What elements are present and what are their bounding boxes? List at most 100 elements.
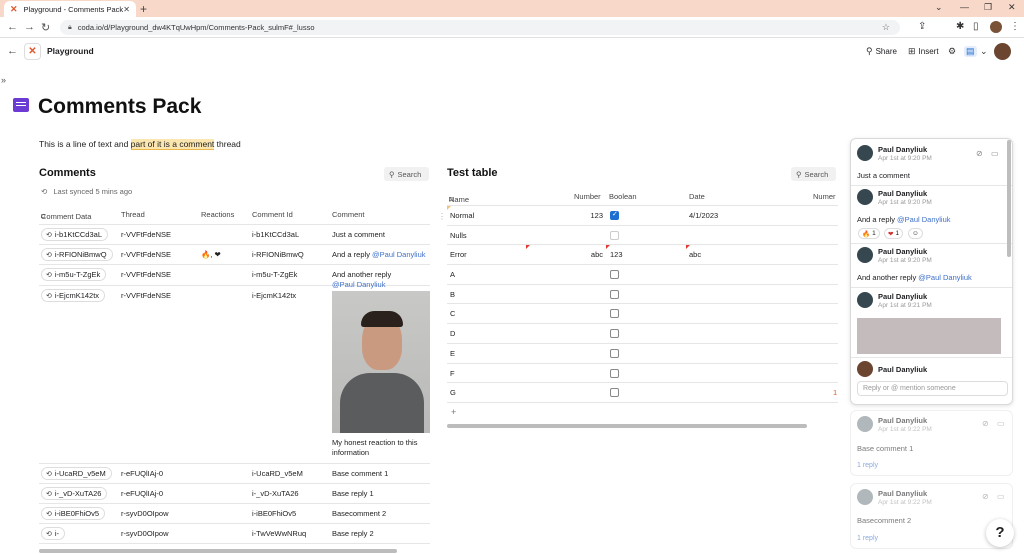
comment-photo[interactable] <box>332 291 430 433</box>
comment-data-chip[interactable]: ⟲ i- <box>41 527 66 540</box>
table-row[interactable]: D <box>447 324 838 344</box>
name-cell[interactable]: C <box>450 309 455 318</box>
table-row[interactable]: G1 <box>447 383 838 403</box>
column-header-number[interactable]: Number <box>574 192 601 201</box>
comment-id-cell[interactable]: i-UcaRD_v5eM <box>252 469 303 478</box>
share-page-icon[interactable]: ⇪ <box>918 21 926 32</box>
back-icon[interactable]: ← <box>7 21 18 33</box>
sidebar-expand-icon[interactable]: » <box>1 75 6 85</box>
reply-count-link[interactable]: 1 reply <box>857 462 878 469</box>
thread-cell[interactable]: r-syvD0OIpow <box>121 529 169 538</box>
comment-id-cell[interactable]: i-TwVeWwNRuq <box>252 529 306 538</box>
comment-id-cell[interactable]: i-m5u-T-ZgEk <box>252 270 297 279</box>
sidebar-icon[interactable]: ▭ <box>991 149 999 158</box>
partial-value-cell[interactable]: 1 <box>833 388 837 397</box>
reaction-heart[interactable]: ❤ 1 <box>884 228 904 239</box>
checkmark-circle-icon[interactable]: ⊘ <box>982 492 989 501</box>
comment-cell[interactable]: Base reply 1 <box>332 489 374 498</box>
comment-id-cell[interactable]: i-b1KtCCd3aL <box>252 230 299 239</box>
user-avatar[interactable] <box>994 43 1011 60</box>
table-row[interactable]: ⟲ i-RFIONiBmwQ r-VVFtFdeNSE 🔥, ❤ i-RFIONiBmw… <box>39 245 430 265</box>
reply-count-link[interactable]: 1 reply <box>857 535 878 542</box>
tab-search-icon[interactable]: ⌄ <box>935 2 943 13</box>
number-cell[interactable]: abc <box>591 250 603 259</box>
reload-icon[interactable]: ↻ <box>41 21 50 34</box>
boolean-checkbox[interactable] <box>610 309 619 319</box>
test-table-search-button[interactable]: ⚲ Search <box>791 167 836 181</box>
comments-search-button[interactable]: ⚲ Search <box>384 167 429 181</box>
gear-icon[interactable]: ⚙ <box>948 46 956 57</box>
profile-avatar[interactable] <box>990 21 1002 33</box>
name-cell[interactable]: F <box>450 369 455 378</box>
name-cell[interactable]: B <box>450 290 455 299</box>
close-window-button[interactable]: ✕ <box>1008 2 1016 13</box>
boolean-checkbox[interactable] <box>610 368 619 378</box>
comment-cell[interactable]: Basecomment 2 <box>332 509 386 518</box>
thread-cell[interactable]: r-eFUQlIAj-0 <box>121 489 163 498</box>
comment-id-cell[interactable]: i-iBE0FhiOv5 <box>252 509 296 518</box>
date-cell[interactable]: 4/1/2023 <box>689 211 718 220</box>
mention-link[interactable]: @Paul Danyliuk <box>372 250 425 259</box>
table-row[interactable]: Normal 123 4/1/2023 <box>447 206 838 226</box>
thread-cell[interactable]: r-VVFtFdeNSE <box>121 270 171 279</box>
comment-data-chip[interactable]: ⟲ i-iBE0FhiOv5 <box>41 507 106 520</box>
boolean-checkbox[interactable] <box>610 230 619 240</box>
column-header-numer[interactable]: Numer <box>813 192 836 201</box>
column-header-date[interactable]: Date <box>689 192 705 201</box>
boolean-checkbox[interactable] <box>610 289 619 299</box>
table-row[interactable]: ⟲ i-UcaRD_v5eM r-eFUQlIAj-0 i-UcaRD_v5eM Bas… <box>39 464 430 484</box>
checkmark-circle-icon[interactable]: ⊘ <box>982 419 989 428</box>
name-cell[interactable]: Error <box>450 250 467 259</box>
boolean-checkbox[interactable] <box>610 329 619 339</box>
comment-data-chip[interactable]: ⟲ i-m5u-T-ZgEk <box>41 268 107 281</box>
comment-data-chip[interactable]: ⟲ i-_vD-XuTA26 <box>41 487 108 500</box>
comment-data-chip[interactable]: ⟲ i-b1KtCCd3aL <box>41 228 108 241</box>
add-row-button[interactable]: + <box>451 407 456 417</box>
mention-link[interactable]: @Paul Danyliuk <box>897 215 950 224</box>
insert-button[interactable]: ⊞ Insert <box>908 46 939 57</box>
table-row[interactable]: ⟲ i-EjcmK142tx r-VVFtFdeNSE i-EjcmK142tx My … <box>39 286 430 464</box>
comment-highlight[interactable]: part of it is a comment <box>130 139 215 150</box>
extensions-icon[interactable]: ✱ <box>956 21 964 32</box>
table-row[interactable]: ⟲ i-m5u-T-ZgEk r-VVFtFdeNSE i-m5u-T-ZgEk And… <box>39 265 430 289</box>
column-header-reactions[interactable]: Reactions <box>201 210 234 219</box>
browser-menu-icon[interactable]: ⋮ <box>1010 21 1020 32</box>
new-tab-button[interactable]: + <box>140 2 147 16</box>
table-row[interactable]: Nulls <box>447 226 838 246</box>
minimize-button[interactable]: — <box>960 2 969 12</box>
test-table-scrollbar[interactable] <box>447 424 807 428</box>
column-header-comment[interactable]: Comment <box>332 210 365 219</box>
table-row[interactable]: B <box>447 285 838 305</box>
column-header-comment-id[interactable]: Comment Id <box>252 210 293 219</box>
table-row[interactable]: ⟲ i-r-syvD0OIpow i-TwVeWwNRuq Base reply 2 <box>39 524 430 544</box>
thread-cell[interactable]: r-VVFtFdeNSE <box>121 291 171 300</box>
boolean-cell[interactable]: 123 <box>610 250 623 259</box>
comment-image[interactable] <box>857 318 1001 354</box>
boolean-checkbox[interactable] <box>610 348 619 358</box>
comment-thread-collapsed[interactable]: ⊘ ▭ Paul Danyliuk Apr 1st at 9:22 PM Bas… <box>850 410 1013 476</box>
share-button[interactable]: ⚲ Share <box>866 46 897 57</box>
name-cell[interactable]: Normal <box>450 211 474 220</box>
table-row[interactable]: ⟲ i-iBE0FhiOv5 r-syvD0OIpow i-iBE0FhiOv5 Bas… <box>39 504 430 524</box>
restore-button[interactable]: ❐ <box>984 2 992 13</box>
comment-cell[interactable]: And a reply @Paul Danyliuk <box>332 250 426 259</box>
url-field[interactable]: 🔒︎ coda.io/d/Playground_dw4KTqUwHpm/Comm… <box>60 20 900 35</box>
comment-cell[interactable]: Base reply 2 <box>332 529 374 538</box>
name-cell[interactable]: A <box>450 270 455 279</box>
thread-cell[interactable]: r-eFUQlIAj-0 <box>121 469 163 478</box>
comment-id-cell[interactable]: i-_vD-XuTA26 <box>252 489 299 498</box>
table-row[interactable]: A <box>447 265 838 285</box>
tab-close-icon[interactable]: ✕ <box>123 5 130 14</box>
table-row[interactable]: E <box>447 344 838 364</box>
column-header-thread[interactable]: Thread <box>121 210 145 219</box>
comment-mode-icon[interactable]: ▤ <box>964 46 977 57</box>
bookmark-star-icon[interactable]: ☆ <box>882 22 890 33</box>
comment-data-chip[interactable]: ⟲ i-RFIONiBmwQ <box>41 248 113 261</box>
help-button[interactable]: ? <box>986 519 1014 547</box>
boolean-checkbox[interactable] <box>610 388 619 398</box>
comment-cell[interactable]: Base comment 1 <box>332 469 388 478</box>
comment-id-cell[interactable]: i-EjcmK142tx <box>252 291 296 300</box>
boolean-checkbox[interactable] <box>610 210 619 220</box>
doc-name[interactable]: Playground <box>47 46 94 56</box>
thread-cell[interactable]: r-syvD0OIpow <box>121 509 169 518</box>
